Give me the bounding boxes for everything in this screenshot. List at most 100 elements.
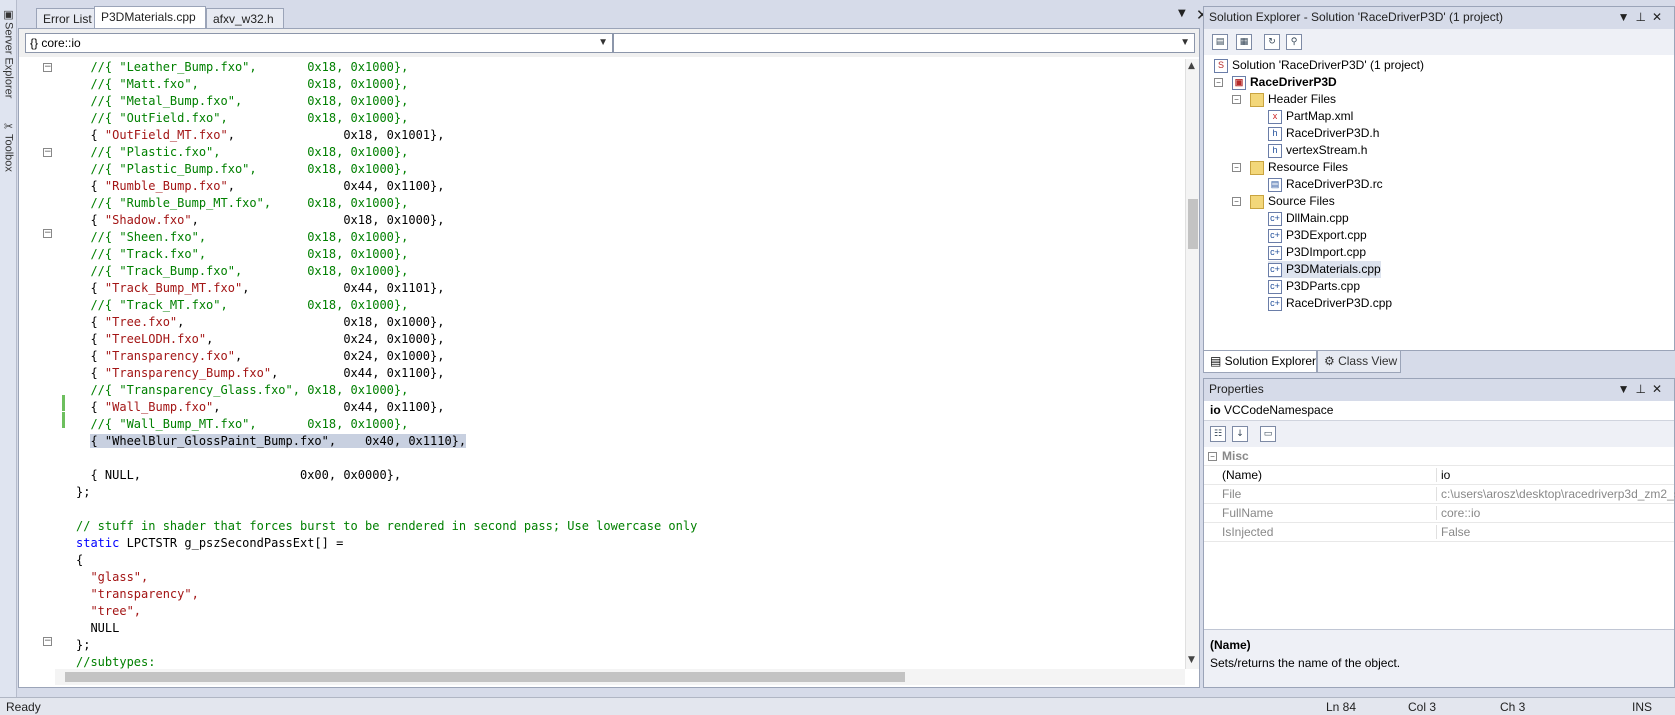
code-line: { "Transparency.fxo", 0x24, 0x1000}, bbox=[76, 348, 697, 365]
scroll-up-icon[interactable]: ▲ bbox=[1188, 61, 1195, 71]
tree-item-label: P3DImport.cpp bbox=[1286, 245, 1367, 259]
tree-item-label: vertexStream.h bbox=[1286, 143, 1368, 157]
server-explorer-tab[interactable]: ▣ Server Explorer bbox=[0, 8, 17, 118]
code-line-text: { "TreeLODH.fxo", 0x24, 0x1000}, bbox=[90, 332, 445, 346]
code-line-text: { "Tree.fxo", 0x18, 0x1000}, bbox=[90, 315, 445, 329]
tab-p3dmaterials[interactable]: P3DMaterials.cpp bbox=[94, 6, 206, 28]
tree-item-file[interactable]: h RaceDriverP3D.h bbox=[1268, 125, 1379, 142]
tree-item-file[interactable]: c+ RaceDriverP3D.cpp bbox=[1268, 295, 1392, 312]
property-row[interactable]: (Name) io bbox=[1204, 466, 1674, 485]
toolbox-tab[interactable]: ✂ Toolbox bbox=[0, 120, 17, 186]
description-text: Sets/returns the name of the object. bbox=[1210, 656, 1401, 670]
tree-item-source-files[interactable]: Source Files bbox=[1250, 193, 1335, 210]
tree-item-file[interactable]: c+ P3DImport.cpp bbox=[1268, 244, 1366, 261]
solution-icon: S bbox=[1214, 58, 1228, 73]
tab-label: afxv_w32.h bbox=[213, 12, 274, 26]
member-dropdown[interactable]: ▼ bbox=[613, 33, 1195, 53]
code-line: //{ "Transparency_Glass.fxo", 0x18, 0x10… bbox=[76, 382, 697, 399]
scrollbar-thumb[interactable] bbox=[1188, 199, 1198, 249]
toolbox-icon: ✂ bbox=[2, 119, 14, 133]
collapse-icon[interactable]: − bbox=[1232, 95, 1241, 104]
vertical-scrollbar[interactable]: ▲ ▼ bbox=[1185, 59, 1199, 669]
scroll-down-icon[interactable]: ▼ bbox=[1188, 655, 1195, 665]
tab-afxv-w32[interactable]: afxv_w32.h bbox=[206, 8, 284, 28]
tree-item-file[interactable]: c+ P3DExport.cpp bbox=[1268, 227, 1367, 244]
resource-file-icon: ▤ bbox=[1268, 177, 1282, 192]
refresh-icon[interactable]: ↻ bbox=[1264, 34, 1280, 50]
folder-icon bbox=[1250, 92, 1264, 107]
tree-item-header-files[interactable]: Header Files bbox=[1250, 91, 1336, 108]
tree-item-file[interactable]: h vertexStream.h bbox=[1268, 142, 1367, 159]
code-line: //{ "Plastic_Bump.fxo", 0x18, 0x1000}, bbox=[76, 161, 697, 178]
show-all-files-icon[interactable]: ▦ bbox=[1236, 34, 1252, 50]
xml-file-icon: x bbox=[1268, 109, 1282, 124]
collapse-icon[interactable]: − bbox=[43, 229, 52, 238]
code-line-text: //{ "Wall_Bump_MT.fxo", 0x18, 0x1000}, bbox=[90, 417, 409, 431]
horizontal-scrollbar[interactable] bbox=[55, 669, 1185, 685]
code-line: //{ "Plastic.fxo", 0x18, 0x1000}, bbox=[76, 144, 697, 161]
server-explorer-label: Server Explorer bbox=[2, 22, 15, 99]
tree-item-file[interactable]: x PartMap.xml bbox=[1268, 108, 1353, 125]
property-value[interactable]: io bbox=[1436, 468, 1675, 482]
property-pages-icon[interactable]: ▭ bbox=[1260, 426, 1276, 442]
close-icon[interactable]: ✕ bbox=[1652, 382, 1668, 396]
code-line: { NULL, 0x00, 0x0000}, bbox=[76, 467, 697, 484]
categorized-icon[interactable]: ☷ bbox=[1210, 426, 1226, 442]
collapse-icon[interactable]: − bbox=[43, 637, 52, 646]
collapse-icon[interactable]: − bbox=[1208, 452, 1217, 461]
collapse-icon[interactable]: − bbox=[43, 63, 52, 72]
tree-item-file[interactable]: c+ DllMain.cpp bbox=[1268, 210, 1349, 227]
tree-item-project[interactable]: ▣ RaceDriverP3D bbox=[1232, 74, 1337, 91]
object-selector[interactable]: io VCCodeNamespace bbox=[1204, 401, 1674, 421]
code-line: { "Track_Bump_MT.fxo", 0x44, 0x1101}, bbox=[76, 280, 697, 297]
properties-icon[interactable]: ▤ bbox=[1212, 34, 1228, 50]
property-value: core::io bbox=[1436, 506, 1675, 520]
scrollbar-thumb[interactable] bbox=[65, 672, 905, 682]
pin-icon[interactable]: ⊥ bbox=[1635, 382, 1651, 396]
solution-tree: S Solution 'RaceDriverP3D' (1 project) −… bbox=[1204, 55, 1674, 347]
header-file-icon: h bbox=[1268, 126, 1282, 141]
view-class-diagram-icon[interactable]: ⚲ bbox=[1286, 34, 1302, 50]
property-row[interactable]: FullName core::io bbox=[1204, 504, 1674, 523]
code-line-text: }; bbox=[76, 485, 91, 499]
code-line: { "TreeLODH.fxo", 0x24, 0x1000}, bbox=[76, 331, 697, 348]
cpp-file-icon: c+ bbox=[1268, 228, 1282, 243]
collapse-icon[interactable]: − bbox=[43, 148, 52, 157]
code-line-text: { "OutField_MT.fxo", 0x18, 0x1001}, bbox=[90, 128, 445, 142]
tab-class-view[interactable]: ⚙ Class View bbox=[1317, 351, 1401, 373]
alphabetical-sort-icon[interactable]: ↓ bbox=[1232, 426, 1248, 442]
collapse-icon[interactable]: − bbox=[1214, 78, 1223, 87]
tree-item-file[interactable]: ▤ RaceDriverP3D.rc bbox=[1268, 176, 1383, 193]
dropdown-icon[interactable]: ▼ bbox=[1618, 382, 1636, 396]
tree-item-solution[interactable]: S Solution 'RaceDriverP3D' (1 project) bbox=[1214, 57, 1424, 74]
pin-icon[interactable]: ⊥ bbox=[1635, 10, 1651, 24]
code-line-text: //{ "Rumble_Bump_MT.fxo", 0x18, 0x1000}, bbox=[90, 196, 409, 210]
property-name: (Name) bbox=[1222, 468, 1263, 482]
category-label: Misc bbox=[1222, 449, 1249, 463]
property-row[interactable]: IsInjected False bbox=[1204, 523, 1674, 542]
tab-list-dropdown-icon[interactable]: ▼ bbox=[1178, 8, 1186, 19]
tree-item-file-selected[interactable]: c+ P3DMaterials.cpp bbox=[1268, 261, 1381, 278]
tab-label: Solution Explorer bbox=[1224, 354, 1317, 368]
code-line: "glass", bbox=[76, 569, 697, 586]
scope-dropdown[interactable]: {} core::io ▼ bbox=[25, 33, 613, 53]
change-marker bbox=[62, 395, 65, 411]
collapse-icon[interactable]: − bbox=[1232, 197, 1241, 206]
tree-item-file[interactable]: c+ P3DParts.cpp bbox=[1268, 278, 1360, 295]
category-row[interactable]: − Misc bbox=[1204, 447, 1674, 466]
tree-item-resource-files[interactable]: Resource Files bbox=[1250, 159, 1348, 176]
collapse-icon[interactable]: − bbox=[1232, 163, 1241, 172]
object-name: io bbox=[1210, 403, 1221, 417]
close-icon[interactable]: ✕ bbox=[1652, 10, 1668, 24]
tab-solution-explorer[interactable]: ▤ Solution Explorer bbox=[1203, 351, 1317, 373]
column-indicator: Col 3 bbox=[1408, 700, 1437, 714]
code-line: "transparency", bbox=[76, 586, 697, 603]
code-text-area[interactable]: − − − − //{ "Leather_Bump.fxo", 0x18, 0x… bbox=[19, 59, 1185, 669]
tab-label: P3DMaterials.cpp bbox=[101, 10, 196, 24]
dropdown-icon[interactable]: ▼ bbox=[1618, 10, 1636, 24]
chevron-down-icon: ▼ bbox=[598, 37, 608, 48]
navigation-bar: {} core::io ▼ ▼ bbox=[19, 29, 1199, 57]
property-row[interactable]: File c:\users\arosz\desktop\racedriverp3… bbox=[1204, 485, 1675, 504]
cpp-file-icon: c+ bbox=[1268, 245, 1282, 260]
property-value: c:\users\arosz\desktop\racedriverp3d_zm2… bbox=[1436, 487, 1675, 501]
